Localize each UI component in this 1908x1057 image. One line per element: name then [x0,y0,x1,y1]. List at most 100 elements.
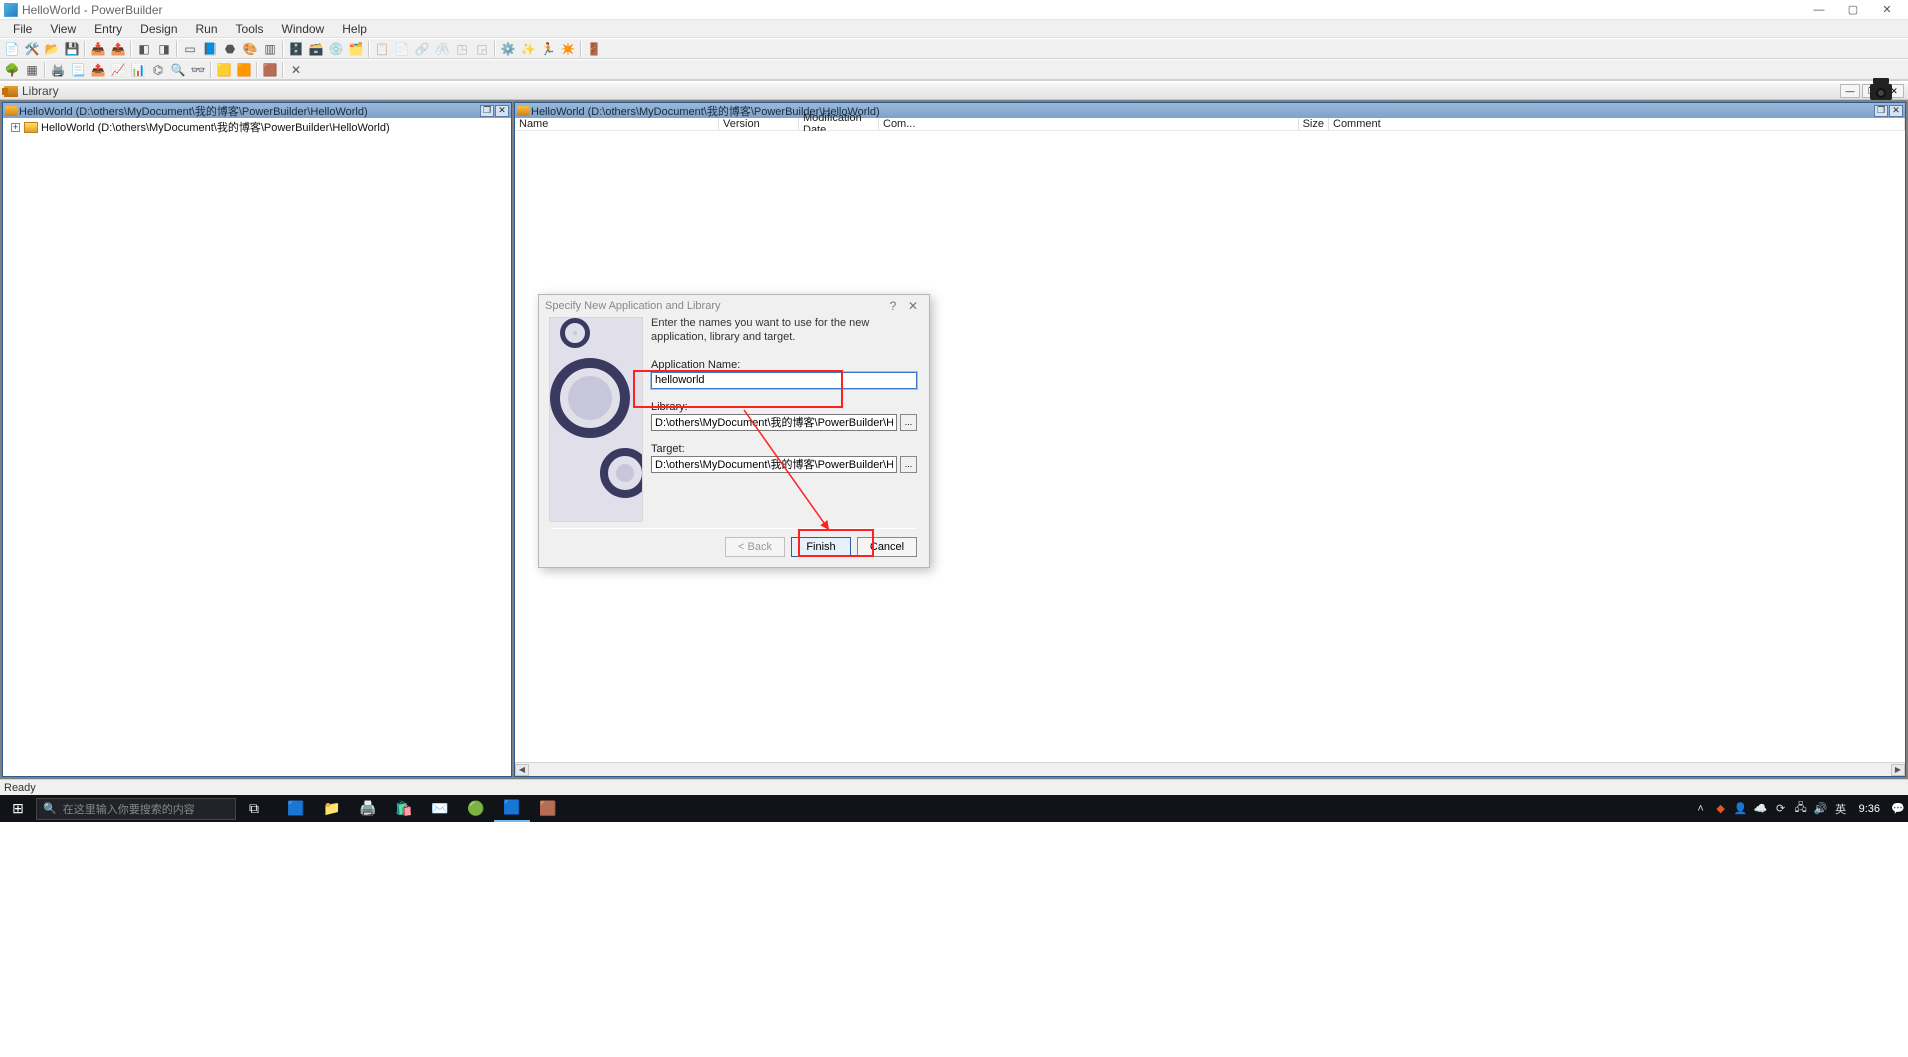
window-icon[interactable]: ▭ [181,40,199,58]
tab-close-icon[interactable]: ✕ [287,61,305,79]
library-browse-button[interactable]: ... [900,414,917,431]
col-modification[interactable]: Modification Date [799,118,879,130]
folder-open-icon[interactable]: 📂 [43,40,61,58]
tray-ime-icon[interactable]: 英 [1831,799,1851,819]
app-icon[interactable]: 🟫 [530,795,566,822]
boxy-icon[interactable]: 🟫 [261,61,279,79]
tray-volume-icon[interactable]: 🔊 [1811,799,1831,819]
db2-icon[interactable]: 🗃️ [307,40,325,58]
standard-toolbar: 📄 🛠️ 📂 💾 📥 📤 ◧ ◨ ▭ 📘 ⬣ 🎨 ▥ 🗄️ 🗃️ 💿 🗂️ 📋 … [0,38,1908,59]
cube2-icon[interactable]: 🟨 [215,61,233,79]
library-tree-titlebar[interactable]: HelloWorld (D:\others\MyDocument\我的博客\Po… [3,103,511,118]
run-icon[interactable]: 🏃 [539,40,557,58]
find-icon[interactable]: 🔍 [169,61,187,79]
child-close-button[interactable]: ✕ [495,105,509,117]
tray-cloud-icon[interactable]: ☁️ [1751,799,1771,819]
cubes-icon[interactable]: ◨ [155,40,173,58]
taskview-icon[interactable]: ⧉ [236,795,272,822]
doc-icon[interactable]: 📃 [69,61,87,79]
tray-network-icon[interactable]: 🖧 [1791,799,1811,819]
menu-view[interactable]: View [41,22,85,36]
scroll-left-icon[interactable]: ◀ [515,764,529,776]
import-icon[interactable]: 📥 [89,40,107,58]
horizontal-scrollbar[interactable]: ◀ ▶ [515,762,1905,776]
tray-up-icon[interactable]: ˄ [1691,799,1711,819]
dialog-close-button[interactable]: ✕ [903,299,923,313]
panel-minimize-button[interactable]: — [1840,84,1860,98]
debug-icon[interactable]: ⬣ [221,40,239,58]
target-browse-button[interactable]: ... [900,456,917,473]
chrome-icon[interactable]: 🟢 [458,795,494,822]
open-icon[interactable]: 🛠️ [23,40,41,58]
dialog-help-button[interactable]: ? [883,299,903,313]
tray-update-icon[interactable]: ⟳ [1771,799,1791,819]
col-version[interactable]: Version [719,118,799,130]
painter-toolbar: 🌳 ▦ 🖨️ 📃 📤 📈 📊 ⌬ 🔍 👓 🟨 🟧 🟫 ✕ [0,59,1908,80]
scroll-right-icon[interactable]: ▶ [1891,764,1905,776]
status-text: Ready [4,782,36,794]
tree-expand-icon[interactable]: + [11,123,20,132]
tray-app1-icon[interactable]: ◆ [1711,799,1731,819]
stop-icon[interactable]: ✴️ [559,40,577,58]
child-maximize-button[interactable]: ❐ [1874,105,1888,117]
paint-icon[interactable]: 🎨 [241,40,259,58]
col-name[interactable]: Name [515,118,719,130]
tree-root-node[interactable]: + HelloWorld (D:\others\MyDocument\我的博客\… [5,120,509,134]
col-comment[interactable]: Comment [1329,118,1905,130]
col-size[interactable]: Size [1299,118,1329,130]
menu-run[interactable]: Run [187,22,227,36]
db-icon[interactable]: 🗄️ [287,40,305,58]
cube3-icon[interactable]: 🟧 [235,61,253,79]
wand-icon[interactable]: ✨ [519,40,537,58]
window-close-button[interactable]: ✕ [1870,1,1904,19]
chart-icon[interactable]: 📈 [109,61,127,79]
list-header[interactable]: Name Version Modification Date Com... Si… [515,118,1905,131]
menu-file[interactable]: File [4,22,41,36]
chart2-icon[interactable]: 📊 [129,61,147,79]
tray-notifications-icon[interactable]: 💬 [1888,799,1908,819]
menu-window[interactable]: Window [273,22,334,36]
taskbar-clock[interactable]: 9:36 [1851,803,1888,815]
menu-tools[interactable]: Tools [227,22,273,36]
exit-icon[interactable]: 🚪 [585,40,603,58]
library-list-titlebar[interactable]: HelloWorld (D:\others\MyDocument\我的博客\Po… [515,103,1905,118]
menu-design[interactable]: Design [131,22,186,36]
printer-icon[interactable]: 🖨️ [350,795,386,822]
taskbar-search[interactable]: 🔍 在这里输入你要搜索的内容 [36,798,236,820]
glasses-icon[interactable]: 👓 [189,61,207,79]
grid-icon[interactable]: ▦ [23,61,41,79]
explorer-icon[interactable]: 📁 [314,795,350,822]
store-icon[interactable]: 🛍️ [386,795,422,822]
cube-icon[interactable]: ◧ [135,40,153,58]
dialog-titlebar[interactable]: Specify New Application and Library ? ✕ [539,295,929,317]
col-com[interactable]: Com... [879,118,1299,130]
export-icon[interactable]: 📤 [109,40,127,58]
db4-icon[interactable]: 🗂️ [347,40,365,58]
mdi-area: HelloWorld (D:\others\MyDocument\我的博客\Po… [0,100,1908,779]
gear-icon[interactable]: ⚙️ [499,40,517,58]
new-icon[interactable]: 📄 [3,40,21,58]
child-close-button[interactable]: ✕ [1889,105,1903,117]
menu-help[interactable]: Help [333,22,376,36]
annotation-box-finish [798,529,874,557]
powerbuilder-taskbar-icon[interactable]: 🟦 [494,795,530,822]
mail-icon[interactable]: ✉️ [422,795,458,822]
tray-people-icon[interactable]: 👤 [1731,799,1751,819]
tree-icon[interactable]: 🌳 [3,61,21,79]
print-icon[interactable]: 🖨️ [49,61,67,79]
db3-icon[interactable]: 💿 [327,40,345,58]
child-maximize-button[interactable]: ❐ [480,105,494,117]
copy-icon: 📋 [373,40,391,58]
save-icon[interactable]: 💾 [63,40,81,58]
menu-entry[interactable]: Entry [85,22,131,36]
library-tree[interactable]: + HelloWorld (D:\others\MyDocument\我的博客\… [3,118,511,776]
window-maximize-button[interactable]: ▢ [1836,1,1870,19]
library-icon [4,86,18,97]
docexp-icon[interactable]: 📤 [89,61,107,79]
window-minimize-button[interactable]: — [1802,1,1836,19]
terminal-icon[interactable]: ▥ [261,40,279,58]
edge-icon[interactable]: 🟦 [278,795,314,822]
book-icon[interactable]: 📘 [201,40,219,58]
struct-icon[interactable]: ⌬ [149,61,167,79]
start-button[interactable]: ⊞ [0,795,36,822]
